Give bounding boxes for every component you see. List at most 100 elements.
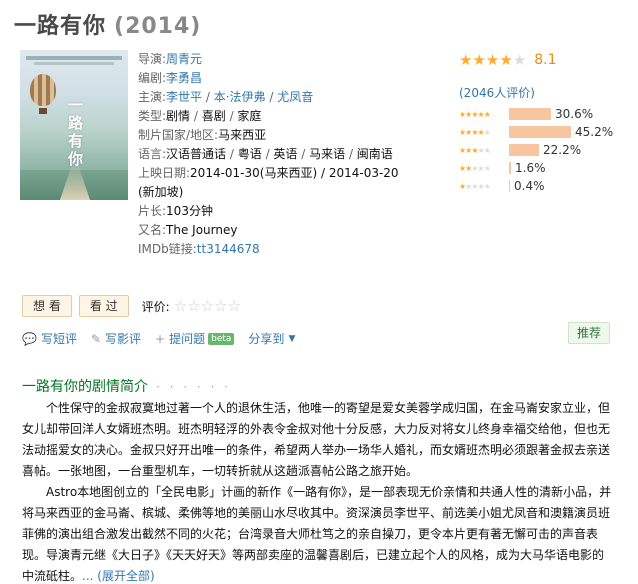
language-label: 语言: [138,147,167,161]
country-value: 马来西亚 [218,128,267,142]
rating-percent: 45.2% [575,125,614,139]
want-to-watch-button[interactable]: 想 看 [22,295,72,317]
cast-value[interactable]: 尤凤音 [277,90,313,104]
rating-dist-row: ★★★★★ 0.4% [459,177,634,195]
expand-all-link[interactable]: ... (展开全部) [82,569,155,583]
poster-title: 一路有你 [68,96,84,168]
cast-value[interactable]: 本·法伊弗 [214,90,266,104]
release-value: 2014-01-30(马来西亚) / 2014-03-20 [190,166,399,180]
language-value: 闽南语 [356,147,393,161]
info-row-language: 语言:汉语普通话 / 粤语 / 英语 / 马来语 / 闽南语 [138,145,393,164]
rating-dist-row: ★★★★★ 45.2% [459,123,634,141]
rating-votes-link[interactable]: (2046人评价) [459,84,535,101]
writer-value[interactable]: 李勇昌 [166,71,202,85]
runtime-value: 103分钟 [166,204,213,218]
rating-summary: ★★★★★ 8.1 [459,51,629,69]
write-short-review-link[interactable]: 💬 写短评 [22,330,77,347]
director-label: 导演: [138,52,167,66]
writer-label: 编剧: [138,71,167,85]
director-value[interactable]: 周青元 [166,52,202,66]
rating-bar [509,126,571,138]
ask-question-link[interactable]: + 提问题 beta [155,330,235,347]
separator: / [190,109,202,123]
small-stars-icon: ★★★★★ [459,109,491,119]
release-label: 上映日期: [138,166,191,180]
language-value: 马来语 [309,147,346,161]
want-to-watch-label: 想 看 [33,299,61,313]
star-icon: ★ [512,51,527,69]
genre-value: 喜剧 [201,109,226,123]
separator: / [265,90,278,104]
separator: / [261,147,274,161]
separator: / [297,147,310,161]
genre-value: 家庭 [237,109,262,123]
rating-percent: 30.6% [555,107,594,121]
language-value: 粤语 [237,147,262,161]
share-dropdown[interactable]: 分享到 ▼ [248,330,295,347]
info-row-director: 导演:周青元 [138,50,383,69]
rating-dist-row: ★★★★★ 30.6% [459,105,634,123]
synopsis-heading: 一路有你的剧情简介 · · · · · · [22,376,231,396]
rating-dist-row: ★★★★★ 1.6% [459,159,634,177]
rating-bar [509,162,511,174]
movie-title: 一路有你 (2014) [14,8,201,40]
balloon-basket-graphic [39,108,47,114]
rating-bar [509,180,510,192]
watched-button[interactable]: 看 过 [78,295,129,317]
ask-question-label: 提问题 [169,332,206,346]
watched-label: 看 过 [89,299,118,313]
action-links: 💬 写短评 ✎ 写影评 + 提问题 beta 分享到 ▼ [22,330,309,347]
info-row-imdb: IMDb链接:tt3144678 [138,240,383,259]
info-row-runtime: 片长:103分钟 [138,202,383,221]
movie-title-text: 一路有你 [14,14,107,39]
small-stars-icon: ★★★★★ [459,181,491,191]
rating-distribution: ★★★★★ 30.6% ★★★★★ 45.2% ★★★★★ 22.2% ★★★★★ 1.6% ★… [459,105,634,195]
rating-stars-icon: ★★★★★ [459,51,526,69]
chevron-down-icon: ▼ [288,333,296,344]
movie-info: 导演:周青元 编剧:李勇昌 主演:李世平 / 本·法伊弗 / 尤凤音 类型:剧情 / … [138,50,399,259]
cast-label: 主演: [138,90,167,104]
star-icon: ★ [459,51,473,69]
poster-credit-strip [26,56,122,60]
small-stars-icon: ★★★★★ [459,163,491,173]
plus-icon: + [155,331,166,346]
star-icon: ★ [485,51,500,69]
rate-stars-input[interactable]: ☆☆☆☆☆ [174,297,241,315]
separator: / [345,147,357,161]
separator: / [202,90,214,104]
rating-bar [509,144,539,156]
small-stars-icon: ★★★★★ [459,145,491,155]
info-row-genre: 类型:剧情 / 喜剧 / 家庭 [138,107,383,126]
separator: / [226,147,238,161]
rating-percent: 22.2% [543,143,582,157]
movie-poster[interactable]: 一路有你 [20,50,128,200]
rating-bar [509,108,551,120]
share-label: 分享到 [248,332,285,346]
info-row-cast: 主演:李世平 / 本·法伊弗 / 尤凤音 [138,88,383,107]
cast-value[interactable]: 李世平 [166,90,202,104]
write-short-review-label: 写短评 [40,332,77,346]
runtime-label: 片长: [138,204,167,218]
recommend-button[interactable]: 推荐 [568,322,611,344]
write-review-label: 写影评 [105,332,142,346]
rating-percent: 1.6% [515,161,546,175]
star-icon: ★ [472,51,486,69]
imdb-value[interactable]: tt3144678 [197,242,260,256]
star-icon: ★ [499,51,513,69]
synopsis-paragraph-2: Astro本地图创立的「全民电影」计画的新作《一路有你》，是一部表现无价亲情和共… [22,482,614,584]
imdb-label: IMDb链接: [138,242,197,256]
rating-dist-row: ★★★★★ 22.2% [459,141,634,159]
aka-label: 又名: [138,223,167,237]
language-value: 汉语普通话 [166,147,227,161]
comment-icon: 💬 [22,331,37,346]
info-row-release-cont: (新加坡) [138,183,383,202]
write-review-link[interactable]: ✎ 写影评 [91,330,141,347]
rating-score: 8.1 [534,52,557,68]
movie-year: (2014) [114,14,202,39]
genre-label: 类型: [138,109,167,123]
hot-air-balloon-graphic [30,74,56,106]
info-row-country: 制片国家/地区:马来西亚 [138,126,383,145]
info-row-writer: 编剧:李勇昌 [138,69,383,88]
country-label: 制片国家/地区: [138,128,219,142]
rating-percent: 0.4% [514,179,545,193]
